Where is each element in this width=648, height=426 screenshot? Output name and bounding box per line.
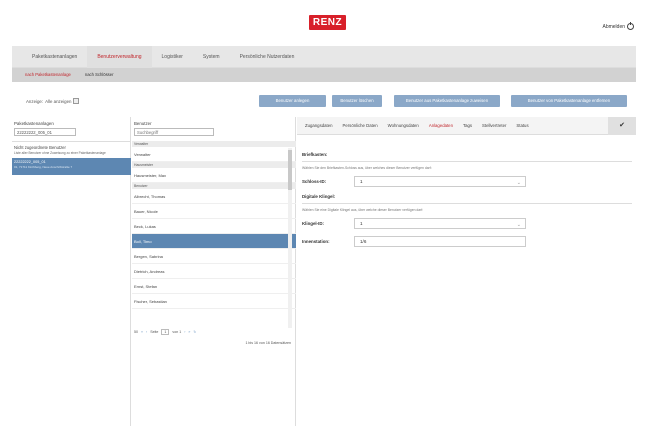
pagination: 50 « ‹ Seite 1 von 1 › » ↻ xyxy=(134,329,196,335)
schloss-select[interactable]: 1 ⌄ xyxy=(354,176,526,187)
record-count: 1 bis 16 von 16 Datensätzen xyxy=(245,341,291,345)
briefkasten-heading: Briefkasten: xyxy=(302,152,328,157)
klingel-row: Klingel-ID: 1 ⌄ xyxy=(302,218,632,230)
tab-anlagedaten[interactable]: Anlagedaten xyxy=(424,123,458,128)
divider xyxy=(302,161,632,162)
main-nav: Paketkastenanlagen Benutzerverwaltung Lo… xyxy=(12,45,636,68)
list-item[interactable]: Bauer, Nicole xyxy=(132,204,296,219)
benutzer-entfernen-button[interactable]: Benutzer von Paketkastenanlage entfernen xyxy=(511,95,627,107)
anlagen-pane: Paketkastenanlagen 22222222_005_01 Nicht… xyxy=(12,117,131,426)
list-item[interactable]: Ernst, Stefan xyxy=(132,279,296,294)
power-icon xyxy=(627,22,634,30)
list-item[interactable]: Verwalter xyxy=(132,147,296,162)
logout-label: Abmelden xyxy=(602,23,625,30)
list-item[interactable]: Albrecht, Thomas xyxy=(132,189,296,204)
tab-persoenliche-nutzerdaten[interactable]: Persönliche Nutzerdaten xyxy=(230,46,305,68)
benutzer-list: Verwalter Verwalter Hausmeister Hausmeis… xyxy=(132,141,296,309)
benutzer-anlegen-button[interactable]: Benutzer anlegen xyxy=(259,95,326,107)
chevron-down-icon: ⌄ xyxy=(516,180,521,186)
last-page-icon[interactable]: » xyxy=(188,330,190,334)
sub-nav: nach Paketkastenanlage nach Schlösser xyxy=(12,68,636,82)
tab-zugangsdaten[interactable]: Zugangsdaten xyxy=(300,123,337,128)
unassigned-sub: Liste aller Benutzer ohne Zuweisung zu e… xyxy=(14,151,106,155)
tab-stellvertreter[interactable]: Stellvertreter xyxy=(477,123,511,128)
page-size-select[interactable]: 50 xyxy=(134,330,138,334)
anlage-address: 01, 71711 Kirchberg, Neue Anschrifstraße… xyxy=(14,165,73,169)
refresh-icon[interactable]: ↻ xyxy=(193,330,196,334)
klingel-heading: Digitale Klingel: xyxy=(302,194,336,199)
schloss-value: 1 xyxy=(360,179,363,184)
benutzer-zuweisen-button[interactable]: Benutzer aus Paketkastenanlage zuweisen xyxy=(394,95,500,107)
anzeige-value: Alle anzeigen xyxy=(45,98,72,104)
tab-paketkastenanlagen[interactable]: Paketkastenanlagen xyxy=(22,46,87,68)
list-item[interactable]: Bergen, Sabrina xyxy=(132,249,296,264)
tab-system[interactable]: System xyxy=(193,46,230,68)
list-item[interactable]: Dietrich, Andreas xyxy=(132,264,296,279)
renz-logo: RENZ xyxy=(309,15,346,30)
list-item[interactable]: Beck, Lukas xyxy=(132,219,296,234)
benutzer-label: Benutzer xyxy=(134,121,152,126)
chevron-down-icon: ⌄ xyxy=(516,222,521,228)
page-input[interactable]: 1 xyxy=(161,329,170,335)
benutzer-loeschen-button[interactable]: Benutzer löschen xyxy=(332,95,382,107)
page-of: von 1 xyxy=(172,330,182,334)
anlagen-label: Paketkastenanlagen xyxy=(14,121,54,126)
list-item-selected[interactable]: Boll, Timo xyxy=(132,234,296,249)
innenstation-input[interactable]: 1/6 xyxy=(354,236,526,247)
list-item[interactable]: Hausmeister, Max xyxy=(132,168,296,183)
tab-status[interactable]: Status xyxy=(511,123,533,128)
subtab-nach-schloesser[interactable]: nach Schlösser xyxy=(78,68,121,82)
logout-button[interactable]: Abmelden xyxy=(602,22,634,30)
anzeige-filter[interactable]: Anzeige: Alle anzeigen xyxy=(26,98,80,104)
scrollbar-thumb[interactable] xyxy=(288,150,292,190)
detail-tabs: Zugangsdaten Persönliche Daten Wohnungsd… xyxy=(297,117,636,135)
tab-persoenliche-daten[interactable]: Persönliche Daten xyxy=(337,123,382,128)
list-item[interactable]: Fischer, Sebastian xyxy=(132,294,296,309)
save-check-icon[interactable]: ✔ xyxy=(608,117,636,135)
benutzer-pane: Benutzer Verwalter Verwalter Hausmeister… xyxy=(132,117,296,426)
klingel-help: Wählen Sie eine Digitale Klingel aus, üb… xyxy=(302,208,424,212)
anlagen-search-input[interactable]: 22222222_005_01 xyxy=(14,128,76,136)
klingel-label: Klingel-ID: xyxy=(302,221,324,226)
benutzer-search-input[interactable] xyxy=(134,128,214,136)
next-page-icon[interactable]: › xyxy=(184,330,185,334)
schloss-label: Schloss-ID: xyxy=(302,179,327,184)
unassigned-title[interactable]: Nicht zugeordnete Benutzer xyxy=(14,145,66,150)
first-page-icon[interactable]: « xyxy=(141,330,143,334)
anzeige-label: Anzeige: xyxy=(26,98,44,104)
innenstation-row: Innenstation: 1/6 xyxy=(302,236,632,248)
schloss-row: Schloss-ID: 1 ⌄ xyxy=(302,176,632,188)
tab-tags[interactable]: Tags xyxy=(458,123,477,128)
subtab-nach-paketkastenanlage[interactable]: nach Paketkastenanlage xyxy=(18,68,78,82)
page-label: Seite xyxy=(150,330,159,334)
innenstation-label: Innenstation: xyxy=(302,239,330,244)
klingel-value: 1 xyxy=(360,221,363,226)
tab-benutzerverwaltung[interactable]: Benutzerverwaltung xyxy=(87,45,152,68)
tab-logistiker[interactable]: Logistiker xyxy=(152,46,193,68)
anlagedaten-form: Briefkasten: Wählen Sie den Briefkasten-… xyxy=(302,142,632,248)
tab-wohnungsdaten[interactable]: Wohnungsdaten xyxy=(383,123,424,128)
briefkasten-help: Wählen Sie den Briefkasten-Schloss aus, … xyxy=(302,166,432,170)
divider xyxy=(12,141,131,142)
klingel-select[interactable]: 1 ⌄ xyxy=(354,218,526,229)
chevron-down-icon xyxy=(73,98,80,104)
prev-page-icon[interactable]: ‹ xyxy=(146,330,147,334)
anlage-selected-item[interactable]: 22222222_005_01 01, 71711 Kirchberg, Neu… xyxy=(12,158,131,175)
divider xyxy=(302,203,632,204)
